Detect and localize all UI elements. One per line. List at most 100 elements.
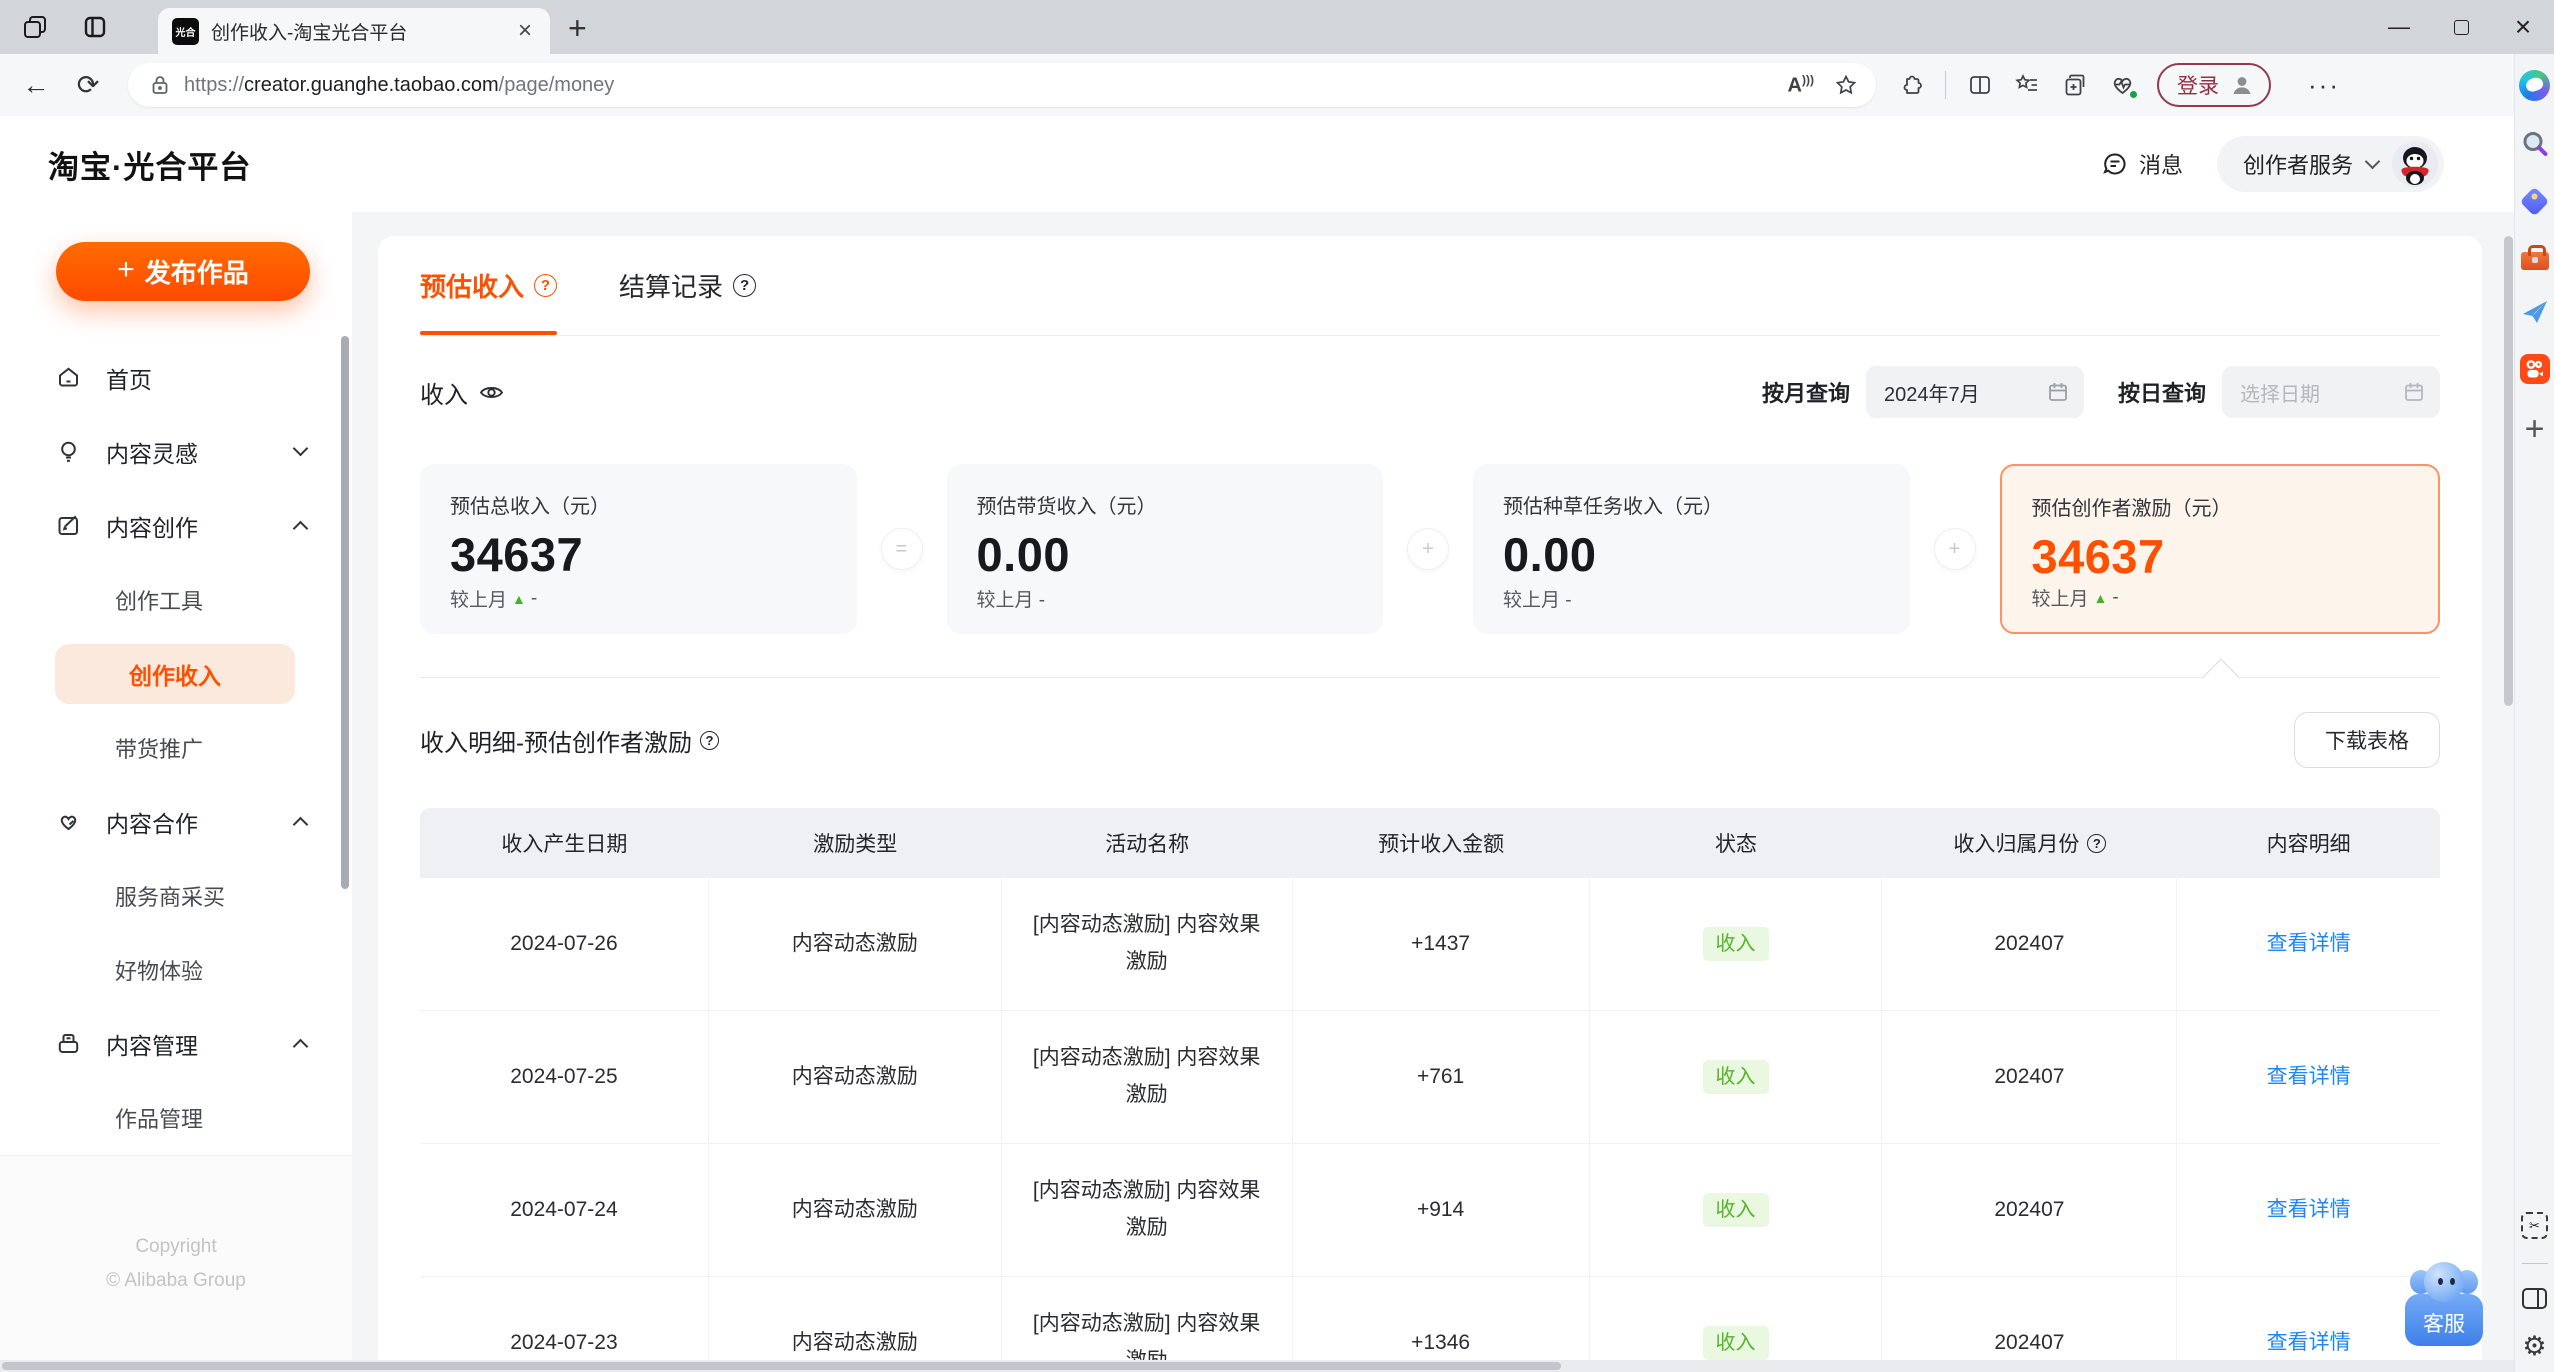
cell-date: 2024-07-24	[420, 1144, 709, 1276]
page-vertical-scrollbar[interactable]	[2504, 236, 2513, 706]
collections-icon[interactable]	[2062, 72, 2088, 98]
sidebar-item-work-management[interactable]: 作品管理	[0, 1081, 352, 1155]
creator-service-dropdown[interactable]: 创作者服务	[2216, 136, 2444, 192]
help-icon[interactable]: ?	[534, 274, 558, 297]
eye-icon[interactable]	[478, 379, 505, 406]
maximize-button[interactable]	[2430, 0, 2492, 54]
back-button[interactable]: ←	[10, 70, 62, 101]
help-icon[interactable]: ?	[2087, 833, 2107, 853]
browser-tab[interactable]: 光合 创作收入-淘宝光合平台 ×	[158, 8, 550, 54]
cell-status: 收入	[1590, 878, 1883, 1010]
extensions-icon[interactable]	[1898, 72, 1924, 98]
tab-close-icon[interactable]: ×	[514, 17, 536, 45]
col-header: 内容明细	[2266, 833, 2351, 856]
cell-detail: 查看详情	[2177, 1277, 2440, 1372]
workspaces-icon[interactable]	[12, 7, 58, 47]
cell-status: 收入	[1590, 1011, 1883, 1143]
status-badge: 收入	[1702, 1060, 1769, 1094]
stat-card-seeding-income[interactable]: 预估种草任务收入（元） 0.00 较上月 -	[1473, 464, 1910, 634]
view-detail-link[interactable]: 查看详情	[2267, 1192, 2351, 1229]
sidebar-scrollbar[interactable]	[341, 336, 349, 889]
paper-plane-icon[interactable]	[2521, 298, 2549, 326]
tab-settlement-records[interactable]: 结算记录?	[619, 236, 757, 335]
shopping-icon[interactable]	[2519, 186, 2550, 217]
address-bar[interactable]: https://creator.guanghe.taobao.com/page/…	[128, 63, 1876, 107]
kuaishou-icon[interactable]	[2519, 354, 2550, 384]
sidebar-item-cooperation[interactable]: 内容合作	[0, 785, 352, 859]
close-button[interactable]: ×	[2492, 0, 2554, 54]
selected-card-notch	[2202, 658, 2240, 696]
sidebar-item-management[interactable]: 内容管理	[0, 1007, 352, 1081]
sidebar-item-service-purchase[interactable]: 服务商采买	[0, 859, 352, 933]
cell-activity: [内容动态激励] 内容效果激励	[1002, 1011, 1293, 1143]
day-picker[interactable]: 选择日期	[2222, 366, 2440, 418]
favorite-star-icon[interactable]	[1834, 73, 1858, 97]
help-icon[interactable]: ?	[733, 274, 757, 297]
add-sidebar-item-icon[interactable]: +	[2525, 412, 2545, 446]
stat-card-total-income[interactable]: 预估总收入（元） 34637 较上月 ▲ -	[420, 464, 857, 634]
tab-estimated-income[interactable]: 预估收入?	[420, 236, 558, 335]
more-options-button[interactable]: ···	[2308, 70, 2340, 101]
home-icon	[59, 367, 78, 387]
cell-type: 内容动态激励	[709, 878, 1002, 1010]
toolbox-icon[interactable]	[2520, 245, 2549, 270]
sidebar-item-product-trial[interactable]: 好物体验	[0, 933, 352, 1007]
login-button[interactable]: 登录	[2157, 63, 2271, 107]
cell-month: 202407	[1882, 1144, 2178, 1276]
site-logo[interactable]: 淘宝·光合平台	[48, 142, 251, 187]
copilot-icon[interactable]	[2519, 70, 2550, 101]
sidebar-toggle-icon[interactable]	[2522, 1288, 2547, 1309]
message-button[interactable]: 消息	[2101, 148, 2183, 180]
col-header: 收入归属月份?	[1882, 808, 2177, 878]
profile-icon	[2233, 77, 2251, 94]
table-header-row: 收入产生日期 激励类型 活动名称 预计收入金额 状态 收入归属月份? 内容明细	[420, 808, 2440, 878]
cell-amount: +1437	[1293, 878, 1590, 1010]
stat-card-creator-incentive[interactable]: 预估创作者激励（元） 34637 较上月 ▲ -	[1999, 464, 2440, 634]
sidebar-item-commerce-promo[interactable]: 带货推广	[0, 711, 352, 785]
equals-operator: =	[880, 528, 923, 570]
new-tab-button[interactable]: +	[568, 10, 587, 47]
sidebar-item-creation-income[interactable]: 创作收入	[0, 637, 352, 711]
sidebar-item-inspiration[interactable]: 内容灵感	[0, 415, 352, 489]
split-screen-icon[interactable]	[1967, 72, 1993, 98]
minimize-button[interactable]: —	[2368, 0, 2430, 54]
month-picker[interactable]: 2024年7月	[1865, 366, 2084, 418]
view-detail-link[interactable]: 查看详情	[2267, 1059, 2351, 1096]
income-panel: 预估收入? 结算记录? 收入 按月查询 2024年7月 按日查询 选择日期 预估…	[378, 236, 2482, 1372]
publish-work-button[interactable]: + 发布作品	[56, 242, 310, 301]
status-badge: 收入	[1702, 1193, 1769, 1227]
view-detail-link[interactable]: 查看详情	[2267, 926, 2351, 963]
panel-tabs: 预估收入? 结算记录?	[420, 236, 2440, 336]
table-row: 2024-07-26 内容动态激励 [内容动态激励] 内容效果激励 +1437 …	[420, 878, 2440, 1011]
read-aloud-icon[interactable]: A)))	[1788, 73, 1814, 98]
customer-service-button[interactable]: 客服	[2402, 1260, 2486, 1346]
download-table-button[interactable]: 下载表格	[2294, 712, 2440, 768]
refresh-button[interactable]: ⟳	[62, 70, 114, 101]
cell-status: 收入	[1590, 1144, 1883, 1276]
qq-avatar[interactable]	[2392, 141, 2438, 187]
plus-operator: +	[1933, 528, 1976, 570]
screenshot-icon[interactable]: ✂	[2521, 1212, 2548, 1239]
chevron-up-icon	[292, 817, 309, 833]
cell-detail: 查看详情	[2177, 1144, 2440, 1276]
help-icon[interactable]: ?	[700, 730, 719, 750]
sidebar-item-home[interactable]: 首页	[0, 341, 352, 415]
message-label: 消息	[2138, 153, 2183, 178]
stat-card-commerce-income[interactable]: 预估带货收入（元） 0.00 较上月 -	[946, 464, 1383, 634]
sidebar-item-creation[interactable]: 内容创作	[0, 489, 352, 563]
plus-icon: +	[117, 252, 135, 286]
url-text: https://creator.guanghe.taobao.com/page/…	[184, 73, 615, 96]
settings-icon[interactable]: ⚙	[2522, 1333, 2546, 1360]
cell-type: 内容动态激励	[709, 1144, 1002, 1276]
page-horizontal-scrollbar[interactable]	[0, 1360, 2514, 1372]
search-icon[interactable]	[2520, 129, 2550, 159]
browser-essentials-icon[interactable]	[2109, 72, 2139, 100]
site-header: 淘宝·光合平台 消息 创作者服务	[0, 116, 2514, 212]
favorites-bar-icon[interactable]	[2014, 72, 2041, 98]
tab-actions-icon[interactable]	[72, 7, 118, 47]
cell-month: 202407	[1882, 1011, 2178, 1143]
elephant-mascot-icon	[2410, 1260, 2478, 1306]
sidebar-item-creation-tools[interactable]: 创作工具	[0, 563, 352, 637]
income-table: 收入产生日期 激励类型 活动名称 预计收入金额 状态 收入归属月份? 内容明细 …	[420, 808, 2440, 1372]
view-detail-link[interactable]: 查看详情	[2267, 1325, 2351, 1362]
